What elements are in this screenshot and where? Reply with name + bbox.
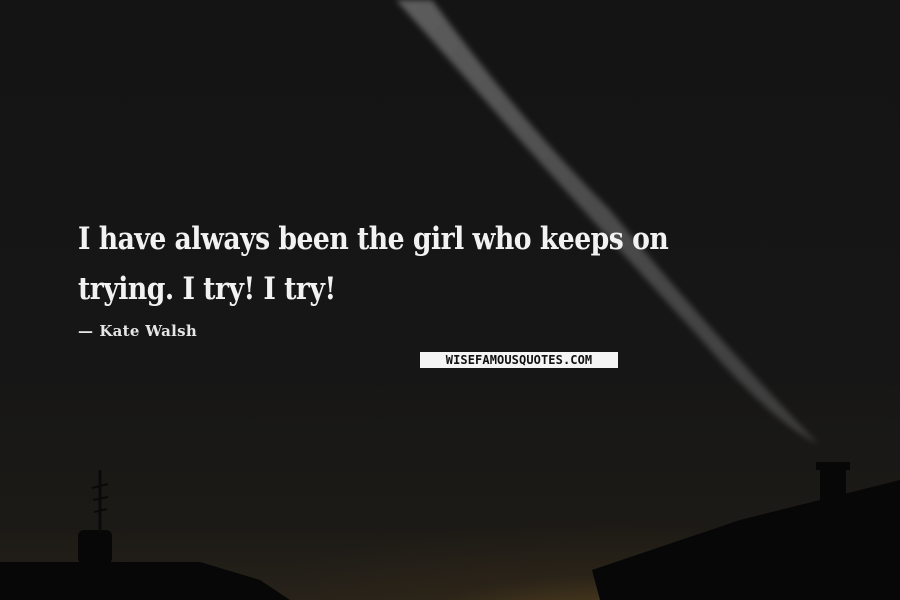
author-dash: —	[78, 322, 94, 340]
right-house-silhouette	[592, 462, 900, 600]
watermark-logo: WISEFAMOUSQUOTES.COM	[420, 352, 618, 368]
left-house-silhouette	[0, 470, 290, 600]
quote-text: I have always been the girl who keeps on…	[78, 221, 669, 307]
author-name: Kate Walsh	[99, 322, 198, 340]
quote-image: I have always been the girl who keeps on…	[0, 0, 900, 600]
quote-author: — Kate Walsh	[78, 322, 197, 340]
